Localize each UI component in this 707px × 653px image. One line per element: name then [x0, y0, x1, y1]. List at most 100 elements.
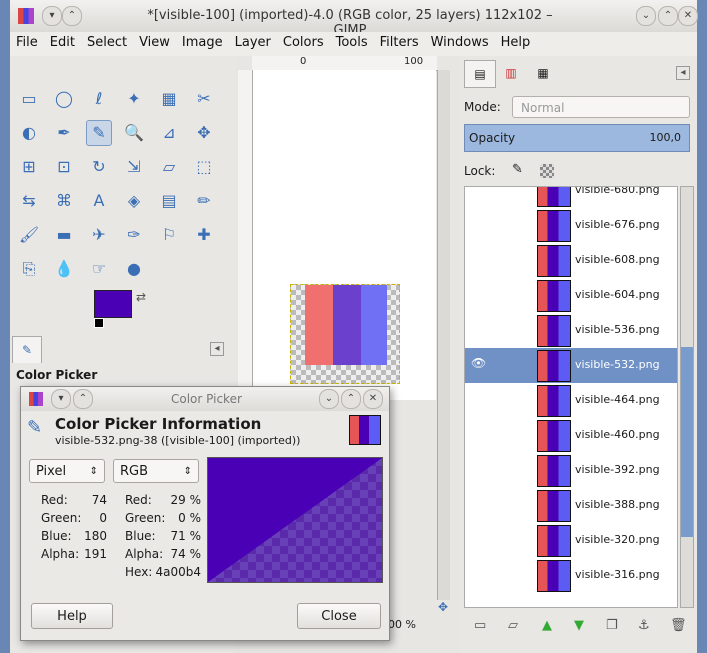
layer-row[interactable]: visible-460.png [465, 418, 677, 453]
zoom-icon[interactable]: 🔍 [121, 120, 147, 146]
layer-row[interactable]: visible-680.png [465, 187, 677, 208]
layer-row[interactable]: visible-392.png [465, 453, 677, 488]
cage-icon[interactable]: ⌘ [51, 188, 77, 214]
layer-row[interactable]: visible-388.png [465, 488, 677, 523]
crop-icon[interactable]: ⊡ [51, 154, 77, 180]
measure-icon[interactable]: ⊿ [156, 120, 182, 146]
window-menu-button[interactable]: ▾ [42, 6, 62, 26]
move-icon[interactable]: ✥ [191, 120, 217, 146]
menu-help[interactable]: Help [495, 32, 537, 53]
dodge-burn-icon[interactable]: ● [121, 256, 147, 282]
dialog-close-x-button[interactable]: ✕ [363, 389, 383, 409]
align-icon[interactable]: ⊞ [16, 154, 42, 180]
close-button[interactable]: Close [297, 603, 381, 629]
layers-scroll-thumb[interactable] [681, 347, 693, 537]
menu-file[interactable]: File [10, 32, 44, 53]
anchor-layer-icon[interactable]: ⚓ [638, 618, 650, 633]
rotate-icon[interactable]: ↻ [86, 154, 112, 180]
swap-colors-icon[interactable]: ⇄ [136, 290, 146, 304]
dialog-minimize-button[interactable]: ⌄ [319, 389, 339, 409]
heal-icon[interactable]: ✚ [191, 222, 217, 248]
menu-colors[interactable]: Colors [277, 32, 330, 53]
palettes-tab[interactable]: ▦ [528, 60, 558, 86]
canvas-vertical-scrollbar[interactable] [437, 70, 450, 600]
help-button[interactable]: Help [31, 603, 113, 629]
dialog-subheading: visible-532.png-38 ([visible-100] (impor… [55, 434, 301, 447]
channels-tab[interactable]: ▥ [496, 60, 526, 86]
paths-icon[interactable]: ✒ [51, 120, 77, 146]
menu-windows[interactable]: Windows [425, 32, 495, 53]
layer-row[interactable]: visible-316.png [465, 558, 677, 593]
perspective-icon[interactable]: ⬚ [191, 154, 217, 180]
smudge-icon[interactable]: ☞ [86, 256, 112, 282]
foreground-color-swatch[interactable] [94, 290, 132, 318]
pixel-green-value: 0 [99, 511, 107, 525]
dock-menu-icon[interactable]: ◂ [676, 66, 690, 80]
menu-layer[interactable]: Layer [229, 32, 277, 53]
layer-row[interactable]: visible-676.png [465, 208, 677, 243]
shear-icon[interactable]: ▱ [156, 154, 182, 180]
layers-scrollbar[interactable] [680, 186, 694, 608]
zoom-field[interactable]: 00 % [388, 618, 416, 631]
tool-options-tab[interactable]: ✎ [12, 336, 42, 363]
flip-icon[interactable]: ⇆ [16, 188, 42, 214]
maximize-button[interactable]: ⌃ [658, 6, 678, 26]
layer-row[interactable]: visible-608.png [465, 243, 677, 278]
color-select-icon[interactable]: ▦ [156, 86, 182, 112]
menu-filters[interactable]: Filters [374, 32, 425, 53]
ellipse-select-icon[interactable]: ◯ [51, 86, 77, 112]
paintbrush-icon[interactable]: 🖌 [16, 222, 42, 248]
dialog-menu-button[interactable]: ▾ [51, 389, 71, 409]
layer-group-icon[interactable]: ▱ [508, 618, 518, 633]
scale-icon[interactable]: ⇲ [121, 154, 147, 180]
pixel-mode-select[interactable]: Pixel ⇕ [29, 459, 105, 483]
layer-row[interactable]: visible-464.png [465, 383, 677, 418]
opacity-slider[interactable]: Opacity 100,0 [464, 124, 690, 152]
scissors-icon[interactable]: ✂ [191, 86, 217, 112]
pencil-icon[interactable]: ✏ [191, 188, 217, 214]
rect-select-icon[interactable]: ▭ [16, 86, 42, 112]
dialog-maximize-button[interactable]: ⌃ [341, 389, 361, 409]
text-icon[interactable]: A [86, 188, 112, 214]
duplicate-layer-icon[interactable]: ❐ [606, 618, 618, 633]
airbrush-icon[interactable]: ✈ [86, 222, 112, 248]
lower-layer-icon[interactable]: ▼ [574, 618, 584, 633]
minimize-button[interactable]: ⌄ [636, 6, 656, 26]
mode-select[interactable]: Normal [512, 96, 690, 118]
color-picker-icon[interactable]: ✎ [86, 120, 112, 146]
layer-row[interactable]: visible-320.png [465, 523, 677, 558]
blend-icon[interactable]: ▤ [156, 188, 182, 214]
foreground-select-icon[interactable]: ◐ [16, 120, 42, 146]
menu-image[interactable]: Image [176, 32, 229, 53]
dialog-keep-above-button[interactable]: ⌃ [73, 389, 93, 409]
tool-options-menu-icon[interactable]: ◂ [210, 342, 224, 356]
blur-icon[interactable]: 💧 [51, 256, 77, 282]
rgb-mode-select[interactable]: RGB ⇕ [113, 459, 199, 483]
layer-row[interactable]: 👁 visible-532.png [465, 348, 677, 383]
image-layer-preview[interactable] [290, 284, 400, 384]
layer-visibility-eye-icon[interactable]: 👁 [471, 356, 486, 370]
layer-row[interactable]: visible-536.png [465, 313, 677, 348]
menu-edit[interactable]: Edit [44, 32, 81, 53]
menu-view[interactable]: View [133, 32, 176, 53]
ink-icon[interactable]: ✑ [121, 222, 147, 248]
clone-icon[interactable]: ⚐ [156, 222, 182, 248]
default-colors-icon[interactable] [94, 318, 104, 328]
lock-pixels-icon[interactable]: ✎ [512, 162, 523, 177]
lock-alpha-icon[interactable] [540, 164, 554, 178]
menu-select[interactable]: Select [81, 32, 133, 53]
layers-tab[interactable]: ▤ [464, 60, 496, 88]
close-window-button[interactable]: ✕ [678, 6, 698, 26]
delete-layer-icon[interactable]: 🗑 [670, 618, 687, 633]
raise-layer-icon[interactable]: ▲ [542, 618, 552, 633]
perspective-clone-icon[interactable]: ⎘ [16, 256, 42, 282]
layer-row[interactable]: visible-604.png [465, 278, 677, 313]
fuzzy-select-icon[interactable]: ✦ [121, 86, 147, 112]
keep-above-button[interactable]: ⌃ [62, 6, 82, 26]
lasso-icon[interactable]: ℓ [86, 86, 112, 112]
eraser-icon[interactable]: ▬ [51, 222, 77, 248]
bucket-fill-icon[interactable]: ◈ [121, 188, 147, 214]
menu-tools[interactable]: Tools [330, 32, 374, 53]
navigate-icon[interactable]: ✥ [438, 600, 448, 614]
new-layer-icon[interactable]: ▭ [474, 618, 486, 633]
